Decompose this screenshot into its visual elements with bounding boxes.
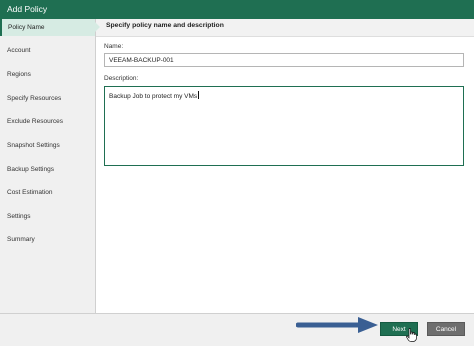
- sidebar-item-account[interactable]: Account: [0, 42, 95, 59]
- hand-cursor-icon: [406, 328, 417, 342]
- text-caret: [198, 91, 200, 99]
- step-title: Specify policy name and description: [106, 22, 224, 29]
- name-label: Name:: [104, 43, 124, 50]
- sidebar-item-regions[interactable]: Regions: [0, 66, 95, 83]
- step-header: Specify policy name and description: [95, 19, 474, 37]
- sidebar-item-cost-estimation[interactable]: Cost Estimation: [0, 184, 95, 201]
- sidebar-item-policy-name[interactable]: Policy Name: [0, 19, 95, 36]
- sidebar-item-settings[interactable]: Settings: [0, 208, 95, 225]
- sidebar-item-backup-settings[interactable]: Backup Settings: [0, 161, 95, 178]
- description-textarea[interactable]: Backup Job to protect my VMs: [104, 86, 464, 166]
- wizard-sidebar: Policy Name Account Regions Specify Reso…: [0, 19, 96, 313]
- active-step-pointer: [95, 22, 100, 32]
- sidebar-item-specify-resources[interactable]: Specify Resources: [0, 90, 95, 107]
- pointer-arrow-icon: [296, 317, 378, 333]
- policy-name-input[interactable]: [104, 53, 464, 67]
- sidebar-item-exclude-resources[interactable]: Exclude Resources: [0, 113, 95, 130]
- title-bar: Add Policy: [0, 0, 474, 19]
- sidebar-item-summary[interactable]: Summary: [0, 231, 95, 248]
- window-title: Add Policy: [7, 4, 48, 14]
- description-text: Backup Job to protect my VMs: [109, 93, 198, 100]
- description-label: Description:: [104, 75, 139, 82]
- cancel-button[interactable]: Cancel: [427, 322, 465, 336]
- sidebar-item-snapshot-settings[interactable]: Snapshot Settings: [0, 137, 95, 154]
